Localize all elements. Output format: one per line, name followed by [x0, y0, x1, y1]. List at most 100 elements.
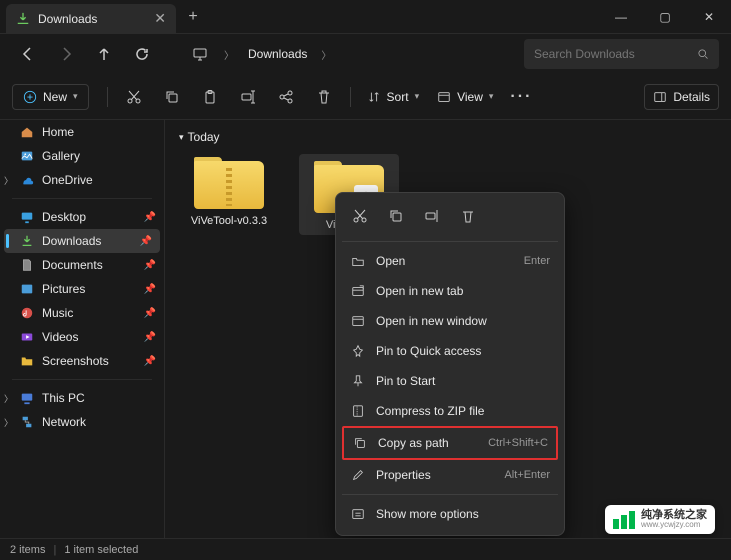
chevron-right-icon: 〉: [4, 392, 13, 405]
view-label: View: [457, 90, 483, 104]
desktop-icon: [20, 210, 34, 224]
zip-icon: [350, 403, 366, 419]
sidebar-item-screenshots[interactable]: Screenshots 📌: [0, 349, 164, 373]
ctx-cut-button[interactable]: [344, 201, 376, 231]
pin-icon: 📌: [144, 308, 156, 319]
delete-button[interactable]: [306, 81, 342, 113]
close-window-button[interactable]: ✕: [687, 0, 731, 33]
sidebar-item-videos[interactable]: Videos 📌: [0, 325, 164, 349]
view-button[interactable]: View ▾: [429, 85, 501, 109]
rename-button[interactable]: [230, 81, 266, 113]
group-header-today[interactable]: ▾ Today: [179, 130, 717, 144]
sidebar-item-gallery[interactable]: Gallery: [0, 144, 164, 168]
watermark-logo-icon: [613, 511, 635, 529]
ctx-pin-quick-access[interactable]: Pin to Quick access: [342, 336, 558, 366]
sort-label: Sort: [387, 90, 409, 104]
new-label: New: [43, 90, 67, 104]
documents-icon: [20, 258, 34, 272]
context-menu: Open Enter Open in new tab Open in new w…: [335, 192, 565, 536]
ctx-copy-as-path[interactable]: Copy as path Ctrl+Shift+C: [342, 426, 558, 460]
ctx-open-new-window[interactable]: Open in new window: [342, 306, 558, 336]
view-icon: [437, 90, 451, 104]
sidebar-item-network[interactable]: 〉 Network: [0, 410, 164, 434]
ctx-rename-button[interactable]: [416, 201, 448, 231]
tab-title: Downloads: [38, 12, 97, 26]
paste-button[interactable]: [192, 81, 228, 113]
ctx-pin-start[interactable]: Pin to Start: [342, 366, 558, 396]
newwindow-icon: [350, 313, 366, 329]
open-icon: [350, 253, 366, 269]
share-button[interactable]: [268, 81, 304, 113]
sidebar-item-home[interactable]: Home: [0, 120, 164, 144]
newtab-icon: [350, 283, 366, 299]
file-name: ViVeTool-v0.3.3: [191, 215, 267, 227]
ctx-open-new-tab[interactable]: Open in new tab: [342, 276, 558, 306]
sidebar-item-downloads[interactable]: Downloads 📌: [4, 229, 160, 253]
ctx-delete-button[interactable]: [452, 201, 484, 231]
copy-button[interactable]: [154, 81, 190, 113]
breadcrumb-separator: 〉: [222, 47, 236, 62]
location-monitor-icon[interactable]: [184, 38, 216, 70]
cut-button[interactable]: [116, 81, 152, 113]
search-icon: [697, 47, 709, 61]
ctx-copy-button[interactable]: [380, 201, 412, 231]
new-button[interactable]: New ▾: [12, 84, 89, 110]
onedrive-icon: [20, 173, 34, 187]
pin-icon: 📌: [144, 212, 156, 223]
search-input[interactable]: [534, 47, 689, 61]
ctx-compress-zip[interactable]: Compress to ZIP file: [342, 396, 558, 426]
sort-button[interactable]: Sort ▾: [359, 85, 428, 109]
chevron-down-icon: ▾: [489, 91, 494, 102]
gallery-icon: [20, 149, 34, 163]
file-item-zip[interactable]: ViVeTool-v0.3.3: [179, 154, 279, 235]
title-bar: Downloads ✕ + — ▢ ✕: [0, 0, 731, 34]
status-item-count: 2 items: [10, 544, 45, 556]
sidebar-item-pictures[interactable]: Pictures 📌: [0, 277, 164, 301]
window-tab[interactable]: Downloads ✕: [6, 4, 176, 33]
toolbar: New ▾ Sort ▾ View ▾ ··· Details: [0, 74, 731, 120]
thispc-icon: [20, 391, 34, 405]
close-tab-icon[interactable]: ✕: [154, 10, 166, 27]
folder-icon: [20, 354, 34, 368]
chevron-right-icon: 〉: [4, 416, 13, 429]
sidebar-item-music[interactable]: Music 📌: [0, 301, 164, 325]
add-tab-button[interactable]: +: [176, 0, 210, 33]
pin-icon: 📌: [144, 332, 156, 343]
downloads-icon: [20, 234, 34, 248]
chevron-right-icon: 〉: [4, 174, 13, 187]
search-box[interactable]: [524, 39, 719, 69]
ctx-open[interactable]: Open Enter: [342, 246, 558, 276]
details-pane-button[interactable]: Details: [644, 84, 719, 110]
ctx-properties[interactable]: Properties Alt+Enter: [342, 460, 558, 490]
copypath-icon: [352, 435, 368, 451]
maximize-button[interactable]: ▢: [643, 0, 687, 33]
more-button[interactable]: ···: [503, 81, 539, 113]
sidebar-item-documents[interactable]: Documents 📌: [0, 253, 164, 277]
sidebar-item-desktop[interactable]: Desktop 📌: [0, 205, 164, 229]
breadcrumb-downloads[interactable]: Downloads: [242, 45, 313, 63]
details-pane-icon: [653, 90, 667, 104]
more-options-icon: [350, 506, 366, 522]
forward-button[interactable]: [50, 38, 82, 70]
details-label: Details: [673, 90, 710, 104]
videos-icon: [20, 330, 34, 344]
nav-bar: 〉 Downloads 〉: [0, 34, 731, 74]
pictures-icon: [20, 282, 34, 296]
up-button[interactable]: [88, 38, 120, 70]
refresh-button[interactable]: [126, 38, 158, 70]
music-icon: [20, 306, 34, 320]
sidebar-item-onedrive[interactable]: 〉 OneDrive: [0, 168, 164, 192]
breadcrumb-separator-end: 〉: [319, 47, 333, 62]
home-icon: [20, 125, 34, 139]
status-bar: 2 items | 1 item selected: [0, 538, 731, 560]
ctx-show-more-options[interactable]: Show more options: [342, 499, 558, 529]
chevron-down-icon: ▾: [415, 91, 420, 102]
sidebar: Home Gallery 〉 OneDrive Desktop 📌 Downlo…: [0, 120, 165, 538]
back-button[interactable]: [12, 38, 44, 70]
minimize-button[interactable]: —: [599, 0, 643, 33]
new-plus-icon: [23, 90, 37, 104]
chevron-down-icon: ▾: [73, 91, 78, 102]
sidebar-item-thispc[interactable]: 〉 This PC: [0, 386, 164, 410]
status-selected-count: 1 item selected: [64, 544, 138, 556]
properties-icon: [350, 467, 366, 483]
